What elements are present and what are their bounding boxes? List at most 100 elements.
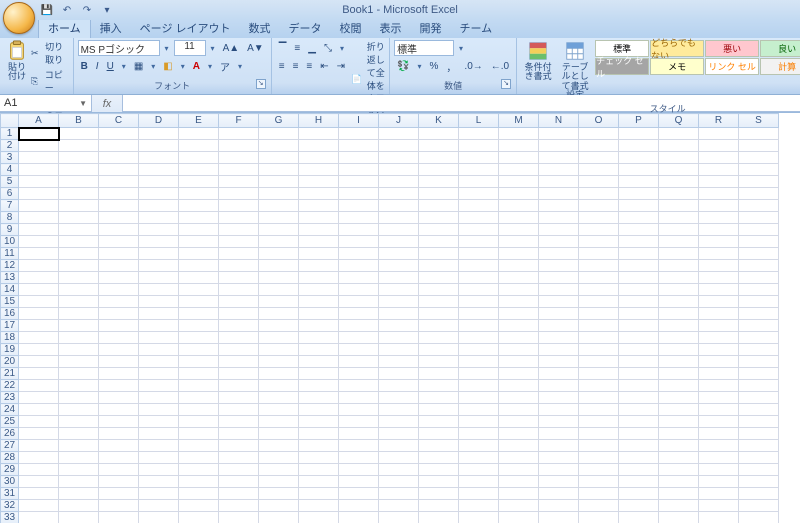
decrease-indent-button[interactable]: ⇤	[317, 58, 331, 74]
cell-S26[interactable]	[739, 428, 779, 440]
cell-E6[interactable]	[179, 188, 219, 200]
cell-S14[interactable]	[739, 284, 779, 296]
cell-R13[interactable]	[699, 272, 739, 284]
cell-S10[interactable]	[739, 236, 779, 248]
cell-H14[interactable]	[299, 284, 339, 296]
cell-S1[interactable]	[739, 128, 779, 140]
cell-B32[interactable]	[59, 500, 99, 512]
cell-B10[interactable]	[59, 236, 99, 248]
tab-6[interactable]: 表示	[371, 18, 411, 38]
cell-N30[interactable]	[539, 476, 579, 488]
cell-Q33[interactable]	[659, 512, 699, 523]
font-launcher[interactable]: ↘	[256, 79, 266, 89]
cell-G18[interactable]	[259, 332, 299, 344]
cell-Q20[interactable]	[659, 356, 699, 368]
cell-I10[interactable]	[339, 236, 379, 248]
cell-I18[interactable]	[339, 332, 379, 344]
cell-E25[interactable]	[179, 416, 219, 428]
cell-K9[interactable]	[419, 224, 459, 236]
cell-F14[interactable]	[219, 284, 259, 296]
decrease-decimal-button[interactable]: ←.0	[488, 58, 512, 74]
cell-S12[interactable]	[739, 260, 779, 272]
row-header-25[interactable]: 25	[1, 416, 19, 428]
row-header-32[interactable]: 32	[1, 500, 19, 512]
cell-A30[interactable]	[19, 476, 59, 488]
row-header-13[interactable]: 13	[1, 272, 19, 284]
cell-M13[interactable]	[499, 272, 539, 284]
col-header-O[interactable]: O	[579, 114, 619, 128]
cell-S6[interactable]	[739, 188, 779, 200]
cell-M26[interactable]	[499, 428, 539, 440]
orientation-button[interactable]: ⤡	[321, 40, 335, 56]
col-header-I[interactable]: I	[339, 114, 379, 128]
cell-N29[interactable]	[539, 464, 579, 476]
cell-G14[interactable]	[259, 284, 299, 296]
cell-I31[interactable]	[339, 488, 379, 500]
cell-F22[interactable]	[219, 380, 259, 392]
col-header-J[interactable]: J	[379, 114, 419, 128]
cell-F23[interactable]	[219, 392, 259, 404]
cell-O29[interactable]	[579, 464, 619, 476]
cell-R29[interactable]	[699, 464, 739, 476]
cell-J23[interactable]	[379, 392, 419, 404]
cell-D21[interactable]	[139, 368, 179, 380]
cell-P12[interactable]	[619, 260, 659, 272]
number-launcher[interactable]: ↘	[501, 79, 511, 89]
cell-B15[interactable]	[59, 296, 99, 308]
cell-M10[interactable]	[499, 236, 539, 248]
number-format-select[interactable]: 標準	[394, 40, 454, 56]
cell-C25[interactable]	[99, 416, 139, 428]
comma-button[interactable]: ，	[443, 58, 459, 74]
row-header-24[interactable]: 24	[1, 404, 19, 416]
cell-S28[interactable]	[739, 452, 779, 464]
cell-M12[interactable]	[499, 260, 539, 272]
cell-Q11[interactable]	[659, 248, 699, 260]
cell-I11[interactable]	[339, 248, 379, 260]
cell-E3[interactable]	[179, 152, 219, 164]
cell-J32[interactable]	[379, 500, 419, 512]
cell-G8[interactable]	[259, 212, 299, 224]
cell-B29[interactable]	[59, 464, 99, 476]
cell-B8[interactable]	[59, 212, 99, 224]
cell-P13[interactable]	[619, 272, 659, 284]
cell-H17[interactable]	[299, 320, 339, 332]
cell-K10[interactable]	[419, 236, 459, 248]
cell-B31[interactable]	[59, 488, 99, 500]
cell-O21[interactable]	[579, 368, 619, 380]
cell-B27[interactable]	[59, 440, 99, 452]
cell-G32[interactable]	[259, 500, 299, 512]
cell-P25[interactable]	[619, 416, 659, 428]
cell-H11[interactable]	[299, 248, 339, 260]
cell-L8[interactable]	[459, 212, 499, 224]
cell-O31[interactable]	[579, 488, 619, 500]
cell-F6[interactable]	[219, 188, 259, 200]
cell-G30[interactable]	[259, 476, 299, 488]
cell-B30[interactable]	[59, 476, 99, 488]
cell-M22[interactable]	[499, 380, 539, 392]
cell-D25[interactable]	[139, 416, 179, 428]
col-header-R[interactable]: R	[699, 114, 739, 128]
cell-G28[interactable]	[259, 452, 299, 464]
cell-K16[interactable]	[419, 308, 459, 320]
cell-J29[interactable]	[379, 464, 419, 476]
cell-S7[interactable]	[739, 200, 779, 212]
cell-O24[interactable]	[579, 404, 619, 416]
row-header-21[interactable]: 21	[1, 368, 19, 380]
cell-F7[interactable]	[219, 200, 259, 212]
cell-F31[interactable]	[219, 488, 259, 500]
cell-K4[interactable]	[419, 164, 459, 176]
cell-A5[interactable]	[19, 176, 59, 188]
cell-J25[interactable]	[379, 416, 419, 428]
cell-F4[interactable]	[219, 164, 259, 176]
cell-A27[interactable]	[19, 440, 59, 452]
cell-I3[interactable]	[339, 152, 379, 164]
select-all-corner[interactable]	[1, 114, 19, 128]
cell-N31[interactable]	[539, 488, 579, 500]
cell-E17[interactable]	[179, 320, 219, 332]
cell-Q7[interactable]	[659, 200, 699, 212]
cell-O33[interactable]	[579, 512, 619, 523]
cell-B28[interactable]	[59, 452, 99, 464]
cell-S17[interactable]	[739, 320, 779, 332]
cell-F12[interactable]	[219, 260, 259, 272]
cell-M14[interactable]	[499, 284, 539, 296]
